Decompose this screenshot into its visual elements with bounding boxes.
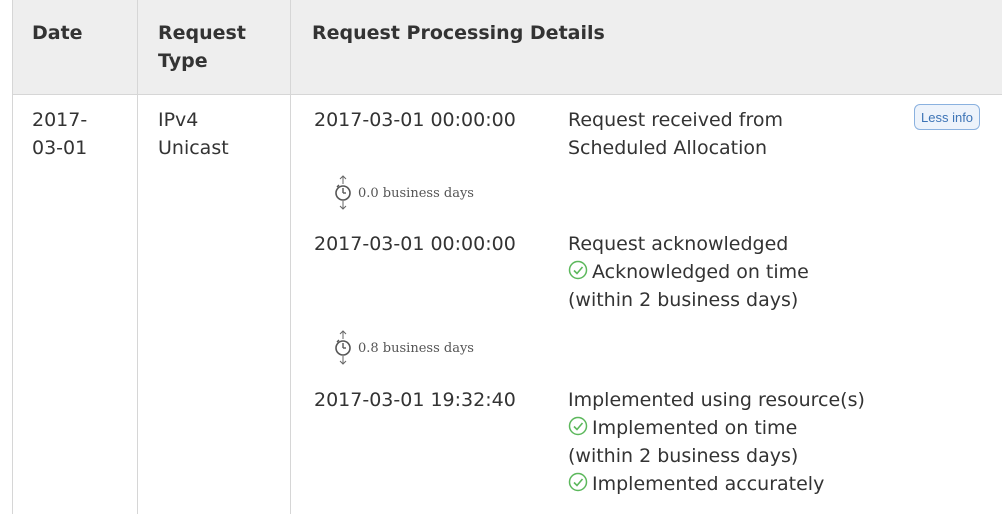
event-details: Request received from Scheduled Allocati… <box>568 106 783 162</box>
event-line: (within 2 business days) <box>568 289 799 311</box>
elapsed-time-label: 0.8 business days <box>358 340 474 356</box>
column-divider-1 <box>137 0 138 514</box>
event-line-check: Implemented accurately <box>568 470 865 498</box>
event-line-check: Acknowledged on time <box>568 258 809 286</box>
event-line: Implemented using resource(s) <box>568 389 865 411</box>
check-circle-icon <box>568 260 588 280</box>
column-divider-2 <box>290 0 291 514</box>
event-line: Request acknowledged <box>568 233 789 255</box>
elapsed-time-indicator: 0.0 business days <box>334 175 474 211</box>
column-header-request-type: Request Type <box>158 22 246 72</box>
status-text: Acknowledged on time <box>592 261 809 283</box>
table-border-left <box>12 0 13 514</box>
row-date: 2017- 03-01 <box>32 109 88 159</box>
stopwatch-icon <box>335 330 351 365</box>
check-circle-icon <box>568 416 588 436</box>
event-line: Scheduled Allocation <box>568 137 768 159</box>
event-line-check: Implemented on time <box>568 414 865 442</box>
event-details: Request acknowledged Acknowledged on tim… <box>568 230 809 314</box>
elapsed-time-indicator: 0.8 business days <box>334 330 474 366</box>
event-line: (within 2 business days) <box>568 445 799 467</box>
event-timestamp: 2017-03-01 00:00:00 <box>314 233 516 255</box>
check-circle-icon <box>568 472 588 492</box>
event-details: Implemented using resource(s) Implemente… <box>568 386 865 498</box>
less-info-button[interactable]: Less info <box>914 104 981 130</box>
stopwatch-icon <box>335 175 351 210</box>
event-line: Request received from <box>568 109 783 131</box>
status-text: Implemented accurately <box>592 473 825 495</box>
elapsed-time-label: 0.0 business days <box>358 185 474 201</box>
column-header-date: Date <box>32 22 83 44</box>
request-processing-table: Date Request Type Request Processing Det… <box>0 0 1002 514</box>
event-timestamp: 2017-03-01 00:00:00 <box>314 109 516 131</box>
event-timestamp: 2017-03-01 19:32:40 <box>314 389 516 411</box>
status-text: Implemented on time <box>592 417 798 439</box>
row-request-type: IPv4 Unicast <box>158 109 229 159</box>
column-header-processing-details: Request Processing Details <box>312 22 605 44</box>
